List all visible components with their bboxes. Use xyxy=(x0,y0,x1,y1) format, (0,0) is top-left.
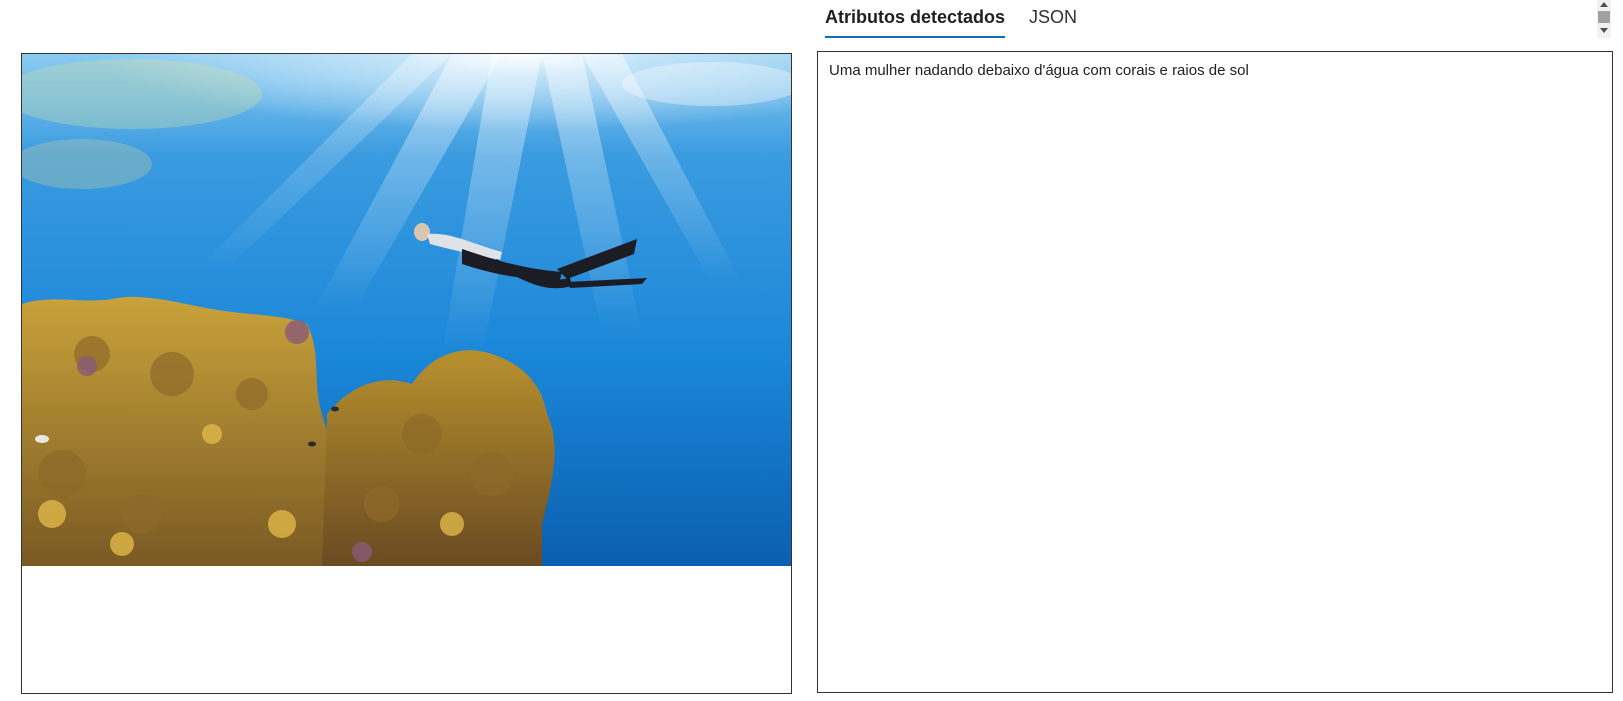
scrollbar[interactable] xyxy=(1597,0,1611,38)
scroll-up-icon[interactable] xyxy=(1600,2,1608,7)
page: Atributos detectados JSON Uma mulher nad… xyxy=(0,0,1623,701)
result-tabs: Atributos detectados JSON xyxy=(817,0,1085,40)
detected-attributes-panel: Uma mulher nadando debaixo d'água com co… xyxy=(817,51,1613,693)
underwater-photo xyxy=(22,54,791,566)
tab-detected-attributes[interactable]: Atributos detectados xyxy=(817,0,1013,39)
tab-json[interactable]: JSON xyxy=(1021,0,1085,39)
image-caption: Uma mulher nadando debaixo d'água com co… xyxy=(829,62,1249,79)
scroll-down-icon[interactable] xyxy=(1600,28,1608,33)
image-preview-pane xyxy=(21,53,792,694)
scroll-thumb[interactable] xyxy=(1598,11,1610,23)
